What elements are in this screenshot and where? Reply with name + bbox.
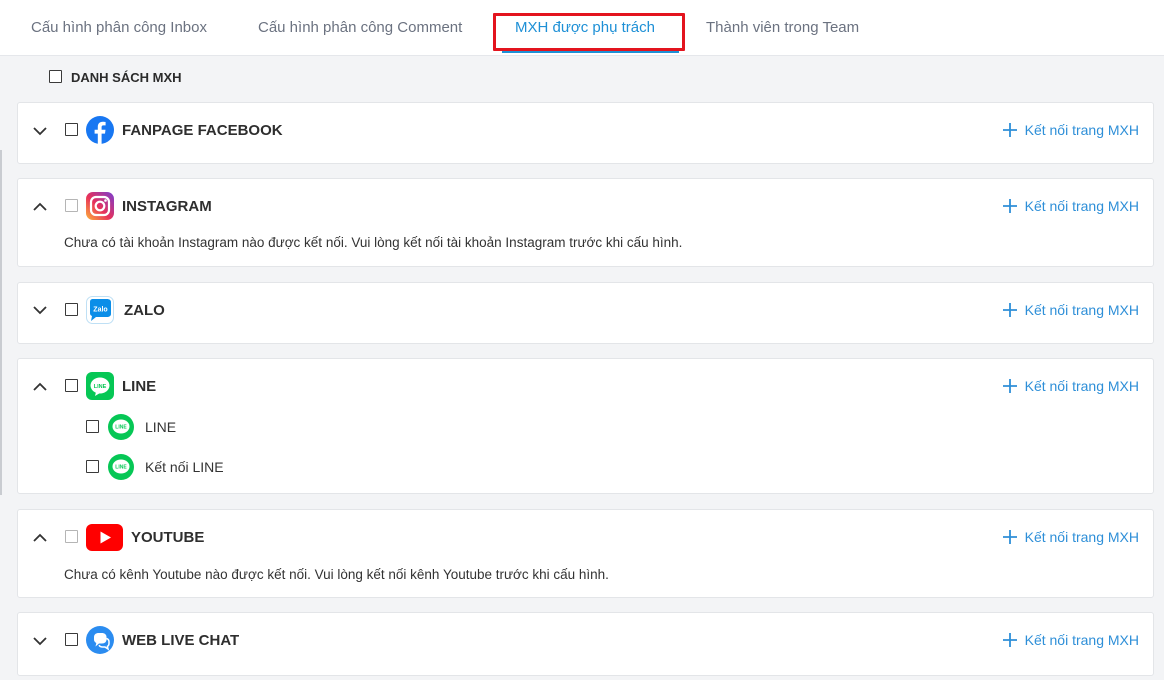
instagram-icon <box>86 192 114 220</box>
line-icon: LINE <box>108 454 134 480</box>
connect-label: Kết nối trang MXH <box>1024 378 1139 394</box>
chevron-down-icon[interactable] <box>32 633 48 649</box>
line-icon: LINE <box>86 372 114 400</box>
svg-text:Zalo: Zalo <box>93 307 107 314</box>
zalo-icon: Zalo <box>86 296 114 324</box>
social-list-title: DANH SÁCH MXH <box>71 70 182 85</box>
tab-inbox-assignment[interactable]: Cấu hình phân công Inbox <box>31 19 207 36</box>
connect-label: Kết nối trang MXH <box>1024 198 1139 214</box>
connect-webchat-button[interactable]: Kết nối trang MXH <box>1002 632 1139 648</box>
platform-card-line: LINE LINE Kết nối trang MXH LINE LINE LI… <box>17 358 1154 494</box>
plus-icon <box>1002 530 1017 544</box>
facebook-checkbox[interactable] <box>65 123 78 136</box>
svg-text:LINE: LINE <box>94 384 107 390</box>
tab-comment-assignment[interactable]: Cấu hình phân công Comment <box>258 19 462 36</box>
plus-icon <box>1002 123 1017 137</box>
connect-zalo-button[interactable]: Kết nối trang MXH <box>1002 302 1139 318</box>
svg-text:LINE: LINE <box>115 425 127 431</box>
select-all-checkbox[interactable] <box>49 70 62 83</box>
platform-card-youtube: YOUTUBE Kết nối trang MXH Chưa có kênh Y… <box>17 509 1154 598</box>
platform-card-webchat: WEB LIVE CHAT Kết nối trang MXH <box>17 612 1154 676</box>
platform-card-instagram: INSTAGRAM Kết nối trang MXH Chưa có tài … <box>17 178 1154 267</box>
line-icon: LINE <box>108 414 134 440</box>
line-account-checkbox[interactable] <box>86 420 99 433</box>
connect-label: Kết nối trang MXH <box>1024 529 1139 545</box>
tab-team-members[interactable]: Thành viên trong Team <box>706 19 859 36</box>
facebook-icon <box>86 116 114 144</box>
youtube-icon <box>86 524 123 551</box>
chat-bubble-icon <box>86 626 114 654</box>
line-account-name: Kết nối LINE <box>145 459 224 475</box>
platform-title: INSTAGRAM <box>122 198 212 215</box>
line-account-checkbox[interactable] <box>86 460 99 473</box>
plus-icon <box>1002 633 1017 647</box>
connect-instagram-button[interactable]: Kết nối trang MXH <box>1002 198 1139 214</box>
platform-card-zalo: Zalo ZALO Kết nối trang MXH <box>17 282 1154 344</box>
platform-title: LINE <box>122 378 157 395</box>
youtube-empty-message: Chưa có kênh Youtube nào được kết nối. V… <box>64 567 609 582</box>
platform-title: YOUTUBE <box>131 529 205 546</box>
plus-icon <box>1002 303 1017 317</box>
tab-bar: Cấu hình phân công Inbox Cấu hình phân c… <box>0 0 1164 56</box>
connect-label: Kết nối trang MXH <box>1024 632 1139 648</box>
platform-card-facebook: FANPAGE FACEBOOK Kết nối trang MXH <box>17 102 1154 164</box>
zalo-checkbox[interactable] <box>65 303 78 316</box>
connect-facebook-button[interactable]: Kết nối trang MXH <box>1002 122 1139 138</box>
chevron-up-icon[interactable] <box>32 379 48 395</box>
connect-label: Kết nối trang MXH <box>1024 122 1139 138</box>
instagram-empty-message: Chưa có tài khoản Instagram nào được kết… <box>64 235 683 250</box>
line-account-name: LINE <box>145 419 177 435</box>
plus-icon <box>1002 379 1017 393</box>
plus-icon <box>1002 199 1017 213</box>
connect-youtube-button[interactable]: Kết nối trang MXH <box>1002 529 1139 545</box>
svg-text:LINE: LINE <box>115 465 127 471</box>
instagram-checkbox[interactable] <box>65 199 78 212</box>
chevron-down-icon[interactable] <box>32 123 48 139</box>
platform-title: WEB LIVE CHAT <box>122 632 240 649</box>
line-checkbox[interactable] <box>65 379 78 392</box>
platform-title: FANPAGE FACEBOOK <box>122 122 283 139</box>
chevron-down-icon[interactable] <box>32 302 48 318</box>
connect-line-button[interactable]: Kết nối trang MXH <box>1002 378 1139 394</box>
youtube-checkbox[interactable] <box>65 530 78 543</box>
connect-label: Kết nối trang MXH <box>1024 302 1139 318</box>
active-tab-underline <box>502 51 679 53</box>
chevron-up-icon[interactable] <box>32 199 48 215</box>
chevron-up-icon[interactable] <box>32 530 48 546</box>
webchat-checkbox[interactable] <box>65 633 78 646</box>
active-tab-highlight-box <box>493 13 685 51</box>
left-edge-divider <box>0 150 2 495</box>
platform-title: ZALO <box>124 302 165 319</box>
